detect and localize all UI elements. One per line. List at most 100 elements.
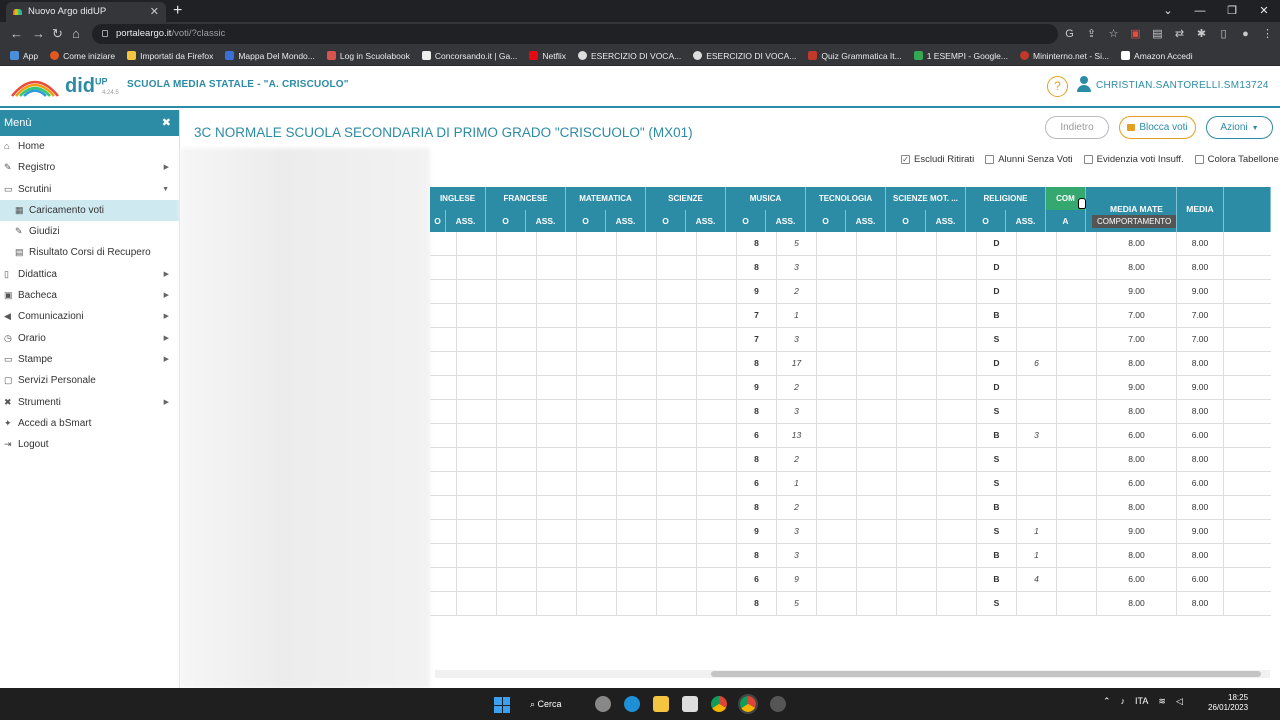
grade-cell-religione[interactable]: S: [977, 448, 1017, 471]
grade-cell-musica[interactable]: 6: [737, 568, 777, 591]
horizontal-scrollbar[interactable]: [435, 670, 1270, 678]
media-cell[interactable]: 8.00: [1177, 352, 1224, 375]
grade-cell[interactable]: [697, 304, 737, 327]
grade-cell[interactable]: [897, 496, 937, 519]
grade-cell[interactable]: [697, 520, 737, 543]
grade-cell-musica[interactable]: 6: [737, 472, 777, 495]
absence-cell-religione[interactable]: [1017, 304, 1057, 327]
grade-cell[interactable]: [657, 568, 697, 591]
grade-cell[interactable]: [897, 400, 937, 423]
media-mate-cell[interactable]: 8.00: [1097, 352, 1177, 375]
grade-cell-religione[interactable]: D: [977, 376, 1017, 399]
grade-cell[interactable]: [857, 448, 897, 471]
grade-cell[interactable]: [457, 592, 497, 615]
sidebar-item-stampe[interactable]: ▭ Stampe ▶: [0, 349, 179, 370]
grade-cell[interactable]: [457, 352, 497, 375]
grade-cell[interactable]: [430, 544, 457, 567]
grade-cell[interactable]: [577, 376, 617, 399]
grade-cell[interactable]: [1224, 256, 1271, 279]
absence-cell-religione[interactable]: [1017, 376, 1057, 399]
grade-cell[interactable]: [537, 232, 577, 255]
grade-cell[interactable]: [817, 424, 857, 447]
puzzle-icon[interactable]: ✱: [1194, 25, 1209, 43]
grade-cell[interactable]: [1057, 568, 1097, 591]
microphone-icon[interactable]: ♪: [1121, 696, 1126, 707]
grade-cell[interactable]: [937, 520, 977, 543]
absence-cell-musica[interactable]: 3: [777, 256, 817, 279]
grade-cell[interactable]: [817, 496, 857, 519]
grade-cell[interactable]: [657, 352, 697, 375]
absence-cell-religione[interactable]: [1017, 472, 1057, 495]
grade-cell-musica[interactable]: 6: [737, 424, 777, 447]
media-mate-cell[interactable]: 6.00: [1097, 568, 1177, 591]
absence-cell-musica[interactable]: 9: [777, 568, 817, 591]
grade-cell[interactable]: [1224, 328, 1271, 351]
bookmark-item[interactable]: Log in Scuolabook: [326, 51, 410, 61]
grade-cell[interactable]: [697, 256, 737, 279]
grade-cell[interactable]: [697, 424, 737, 447]
subject-header[interactable]: TECNOLOGIA: [806, 187, 886, 210]
grade-cell[interactable]: [857, 328, 897, 351]
checkbox-checked-icon[interactable]: ✓: [901, 155, 910, 164]
absence-cell-musica[interactable]: 2: [777, 496, 817, 519]
grade-cell[interactable]: [817, 376, 857, 399]
subject-header[interactable]: FRANCESE: [486, 187, 566, 210]
absence-cell-musica[interactable]: 2: [777, 376, 817, 399]
grade-cell[interactable]: [497, 256, 537, 279]
grade-cell[interactable]: [577, 496, 617, 519]
grade-cell-religione[interactable]: S: [977, 520, 1017, 543]
grade-cell[interactable]: [577, 472, 617, 495]
language-indicator[interactable]: ITA: [1135, 696, 1148, 707]
checkbox-icon[interactable]: [985, 155, 995, 164]
grade-cell[interactable]: [617, 232, 657, 255]
grade-cell[interactable]: [897, 520, 937, 543]
media-cell[interactable]: 8.00: [1177, 400, 1224, 423]
grade-cell[interactable]: [617, 592, 657, 615]
grade-cell[interactable]: [897, 472, 937, 495]
sidebar-item-registro[interactable]: ✎ Registro ▶: [0, 157, 179, 178]
absence-cell-religione[interactable]: [1017, 592, 1057, 615]
grade-cell[interactable]: [577, 568, 617, 591]
grade-cell[interactable]: [497, 232, 537, 255]
grade-cell[interactable]: [1224, 472, 1271, 495]
checkbox-icon[interactable]: [1083, 155, 1093, 164]
grade-cell[interactable]: [937, 496, 977, 519]
grade-cell-religione[interactable]: B: [977, 424, 1017, 447]
grade-cell-musica[interactable]: 8: [737, 232, 777, 255]
grade-cell[interactable]: [657, 256, 697, 279]
grade-cell[interactable]: [537, 352, 577, 375]
grade-cell[interactable]: [430, 568, 457, 591]
absence-cell-religione[interactable]: [1017, 232, 1057, 255]
absence-cell-musica[interactable]: 2: [777, 280, 817, 303]
grade-cell[interactable]: [577, 520, 617, 543]
media-cell[interactable]: 8.00: [1177, 232, 1224, 255]
grade-cell[interactable]: [657, 376, 697, 399]
grade-cell[interactable]: [577, 424, 617, 447]
settings-gear-icon[interactable]: [595, 696, 611, 712]
subject-header[interactable]: MATEMATICA: [566, 187, 646, 210]
absence-cell-religione[interactable]: 3: [1017, 424, 1057, 447]
grade-cell[interactable]: [537, 568, 577, 591]
grade-cell[interactable]: [817, 544, 857, 567]
media-mate-cell[interactable]: 8.00: [1097, 232, 1177, 255]
grade-cell-musica[interactable]: 7: [737, 328, 777, 351]
grade-cell-musica[interactable]: 8: [737, 256, 777, 279]
browser-tab[interactable]: Nuovo Argo didUP ✕: [6, 2, 166, 22]
grade-cell[interactable]: [937, 592, 977, 615]
grade-cell[interactable]: [897, 424, 937, 447]
grade-cell[interactable]: [1224, 424, 1271, 447]
grade-cell[interactable]: [857, 232, 897, 255]
grade-cell[interactable]: [537, 448, 577, 471]
grade-cell[interactable]: [937, 472, 977, 495]
grade-cell[interactable]: [817, 448, 857, 471]
media-mate-cell[interactable]: 8.00: [1097, 496, 1177, 519]
absence-cell-musica[interactable]: 3: [777, 520, 817, 543]
grade-cell[interactable]: [577, 328, 617, 351]
grade-cell[interactable]: [617, 400, 657, 423]
close-window-icon[interactable]: ✕: [1248, 0, 1280, 22]
absence-cell-religione[interactable]: [1017, 328, 1057, 351]
windows-start-icon[interactable]: [494, 697, 510, 713]
grade-cell[interactable]: [430, 472, 457, 495]
grade-cell-religione[interactable]: B: [977, 304, 1017, 327]
grade-cell[interactable]: [497, 424, 537, 447]
